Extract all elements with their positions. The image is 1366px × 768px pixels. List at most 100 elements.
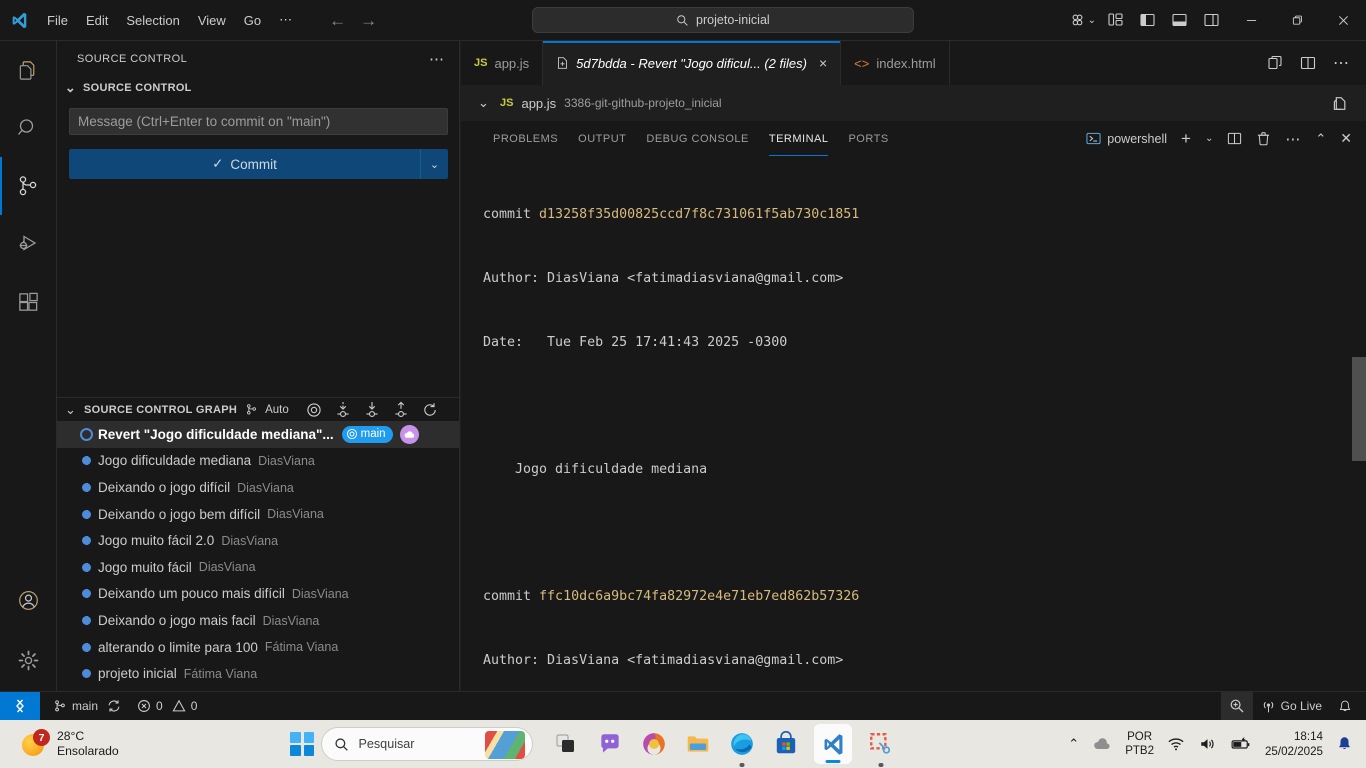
- toggle-primary-sidebar-icon[interactable]: [1140, 12, 1156, 28]
- split-editor-icon[interactable]: [1300, 55, 1316, 71]
- activitybar-item-extensions[interactable]: [0, 273, 57, 331]
- tab-index-html[interactable]: <> index.html: [841, 41, 950, 85]
- fetch-icon[interactable]: [335, 401, 351, 419]
- bell-icon[interactable]: [1336, 735, 1353, 753]
- tab-output[interactable]: OUTPUT: [568, 121, 636, 156]
- more-actions-icon[interactable]: ⋯: [1285, 130, 1301, 148]
- terminal-dropdown-icon[interactable]: ⌄: [1205, 133, 1213, 144]
- graph-section-header[interactable]: ⌄ SOURCE CONTROL GRAPH Auto: [57, 397, 459, 421]
- activitybar-item-search[interactable]: [0, 99, 57, 157]
- activitybar-item-settings[interactable]: [0, 629, 57, 691]
- restore-button[interactable]: [1274, 0, 1320, 41]
- toggle-panel-icon[interactable]: [1172, 12, 1188, 28]
- customize-layout-icon[interactable]: [1108, 12, 1124, 28]
- kill-terminal-icon[interactable]: [1256, 131, 1271, 146]
- tab-app-js[interactable]: JS app.js: [461, 41, 544, 85]
- terminal-scrollbar-thumb[interactable]: [1352, 357, 1366, 461]
- graph-row-0[interactable]: Revert "Jogo dificuldade mediana"... mai…: [57, 421, 459, 448]
- status-notifications[interactable]: [1330, 692, 1366, 721]
- menu-view[interactable]: View: [189, 9, 235, 32]
- taskbar-clock[interactable]: 18:14 25/02/2025: [1265, 729, 1323, 759]
- graph-row-3[interactable]: Deixando o jogo bem difícil DiasViana: [57, 501, 459, 528]
- tab-ports[interactable]: PORTS: [838, 121, 898, 156]
- breadcrumb-file[interactable]: app.js: [521, 96, 556, 111]
- close-panel-icon[interactable]: ✕: [1340, 130, 1352, 147]
- remote-badge[interactable]: [399, 424, 419, 444]
- commit-button[interactable]: ✓ Commit: [69, 149, 420, 179]
- volume-icon[interactable]: [1198, 736, 1217, 752]
- menu-edit[interactable]: Edit: [77, 9, 117, 32]
- branch-badge[interactable]: main: [341, 425, 393, 443]
- status-branch[interactable]: main: [40, 692, 129, 721]
- target-icon[interactable]: [306, 402, 322, 418]
- activitybar-item-run-and-debug[interactable]: [0, 215, 57, 273]
- taskbar-app-edge[interactable]: [726, 729, 757, 760]
- menu-go[interactable]: Go: [235, 9, 270, 32]
- taskbar-language-indicator[interactable]: POR PTB2: [1125, 730, 1154, 758]
- graph-auto-label[interactable]: Auto: [265, 404, 289, 416]
- status-zoom[interactable]: [1220, 691, 1253, 721]
- new-terminal-icon[interactable]: +: [1181, 129, 1191, 149]
- maximize-panel-icon[interactable]: ⌃: [1315, 131, 1326, 147]
- minimize-button[interactable]: [1228, 0, 1274, 41]
- graph-row-6[interactable]: Deixando um pouco mais difícil DiasViana: [57, 581, 459, 608]
- breadcrumb-path[interactable]: 3386-git-github-projeto_inicial: [564, 96, 721, 110]
- onedrive-icon[interactable]: [1092, 736, 1112, 752]
- close-button[interactable]: [1320, 0, 1366, 41]
- command-center-input[interactable]: projeto-inicial: [531, 7, 914, 33]
- graph-row-4[interactable]: Jogo muito fácil 2.0 DiasViana: [57, 527, 459, 554]
- menu-more[interactable]: ⋯: [270, 8, 301, 32]
- commit-dropdown-button[interactable]: ⌄: [420, 149, 448, 179]
- menu-file[interactable]: File: [38, 9, 77, 32]
- chevron-down-icon[interactable]: ⌄: [475, 95, 492, 111]
- status-problems[interactable]: 0 0: [129, 692, 205, 721]
- graph-row-2[interactable]: Deixando o jogo difícil DiasViana: [57, 474, 459, 501]
- commit-message-input[interactable]: Message (Ctrl+Enter to commit on "main"): [69, 108, 448, 135]
- go-forward-icon[interactable]: →: [360, 12, 377, 29]
- tray-expand-icon[interactable]: ⌃: [1068, 736, 1079, 752]
- sidebar-more-actions-icon[interactable]: ⋯: [429, 50, 445, 68]
- more-actions-icon[interactable]: ⋯: [1333, 53, 1350, 73]
- taskbar-app-task-view[interactable]: [550, 729, 581, 760]
- scm-section-header[interactable]: ⌄ SOURCE CONTROL: [57, 76, 459, 100]
- activitybar-item-source-control[interactable]: [0, 157, 57, 215]
- taskbar-app-microsoft-store[interactable]: [770, 729, 801, 760]
- battery-icon[interactable]: [1230, 736, 1252, 752]
- terminal-scrollbar[interactable]: [1352, 121, 1366, 691]
- push-icon[interactable]: [393, 401, 409, 419]
- taskbar-app-visual-studio-code[interactable]: [814, 724, 853, 764]
- taskbar-app-microsoft-365[interactable]: [638, 729, 669, 760]
- tab-debug-console[interactable]: DEBUG CONSOLE: [636, 121, 758, 156]
- split-terminal-icon[interactable]: [1227, 131, 1242, 146]
- terminal-output[interactable]: commit d13258f35d00825ccd7f8c731061f5ab7…: [461, 156, 1366, 691]
- graph-row-1[interactable]: Jogo dificuldade mediana DiasViana: [57, 448, 459, 475]
- graph-row-7[interactable]: Deixando o jogo mais facil DiasViana: [57, 607, 459, 634]
- activitybar-item-explorer[interactable]: [0, 41, 57, 99]
- tab-problems[interactable]: PROBLEMS: [483, 121, 568, 156]
- menu-selection[interactable]: Selection: [117, 9, 188, 32]
- terminal-shell-selector[interactable]: powershell: [1086, 131, 1167, 146]
- tab-terminal[interactable]: TERMINAL: [759, 121, 839, 156]
- open-file-icon[interactable]: [1331, 95, 1348, 112]
- taskbar-search-box[interactable]: Pesquisar: [321, 727, 534, 761]
- toggle-secondary-sidebar-icon[interactable]: [1204, 12, 1220, 28]
- graph-row-9[interactable]: projeto inicial Fátima Viana: [57, 660, 459, 687]
- pull-icon[interactable]: [364, 401, 380, 419]
- open-changes-icon[interactable]: [1267, 55, 1283, 71]
- status-remote-button[interactable]: [0, 691, 40, 721]
- tab-commit-diff[interactable]: 5d7bdda - Revert "Jogo dificul... (2 fil…: [543, 41, 842, 85]
- graph-row-5[interactable]: Jogo muito fácil DiasViana: [57, 554, 459, 581]
- activitybar-item-accounts[interactable]: [0, 571, 57, 629]
- refresh-icon[interactable]: [422, 402, 438, 418]
- taskbar-weather-widget[interactable]: 7 28°C Ensolarado: [0, 729, 119, 759]
- taskbar-app-copilot[interactable]: [594, 729, 625, 760]
- graph-row-8[interactable]: alterando o limite para 100 Fátima Viana: [57, 634, 459, 661]
- accounts-button[interactable]: ⌄: [1069, 12, 1096, 29]
- taskbar-app-file-explorer[interactable]: [682, 729, 713, 760]
- close-icon[interactable]: ×: [819, 55, 827, 71]
- taskbar-app-snipping-tool[interactable]: [865, 729, 896, 760]
- start-button-icon[interactable]: [290, 732, 315, 756]
- status-go-live[interactable]: Go Live: [1253, 692, 1330, 721]
- wifi-icon[interactable]: [1167, 736, 1185, 752]
- go-back-icon[interactable]: ←: [329, 12, 346, 29]
